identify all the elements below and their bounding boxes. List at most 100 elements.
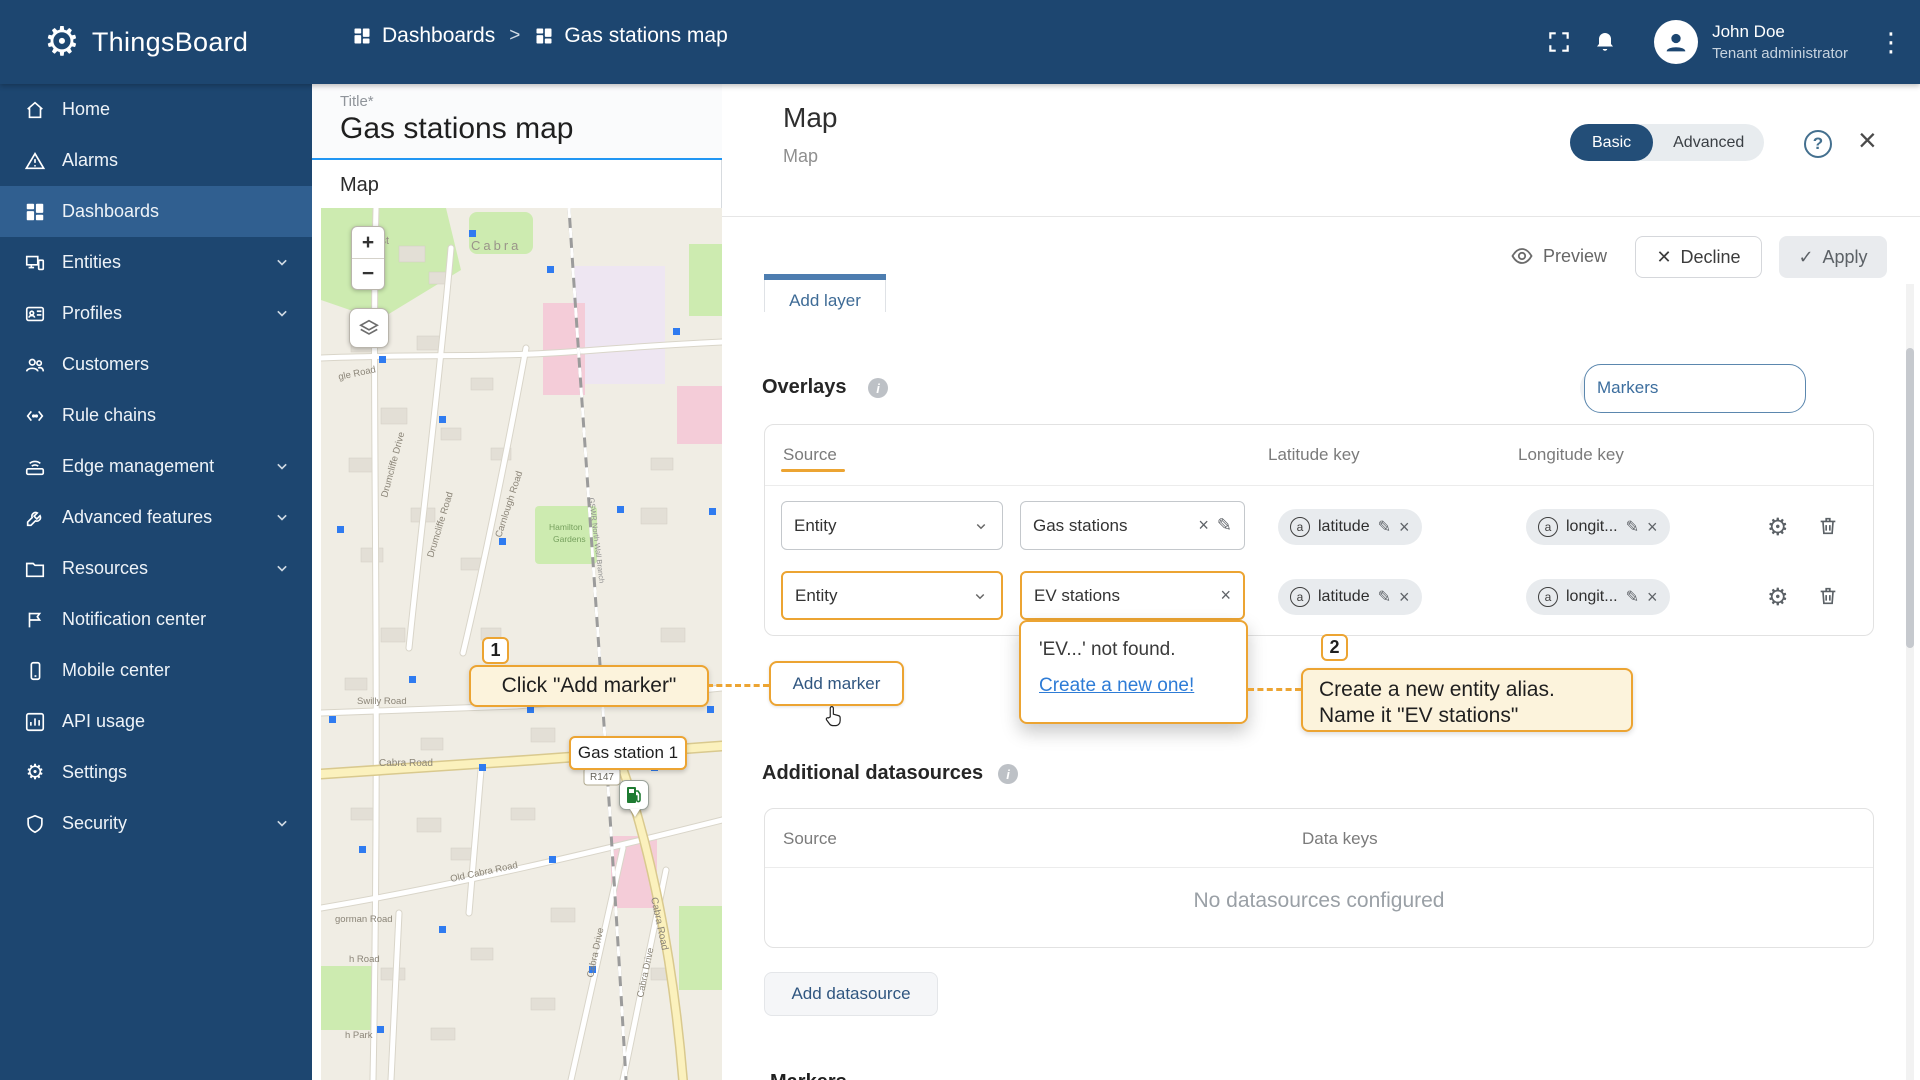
chart-icon [24,711,46,733]
dashboard-title-field[interactable]: Title* Gas stations map [312,84,722,160]
sidebar-item-security[interactable]: Security [0,798,312,849]
top-bar: ⚙ ThingsBoard Dashboards > Gas stations … [0,0,1920,84]
gas-station-marker[interactable] [619,780,649,810]
sidebar-item-settings[interactable]: ⚙ Settings [0,747,312,798]
fullscreen-icon[interactable] [1536,29,1582,55]
sidebar-item-alarms[interactable]: Alarms [0,135,312,186]
avatar[interactable] [1654,20,1698,64]
zoom-out-button[interactable]: − [352,258,384,289]
home-icon [24,99,46,121]
sidebar-item-home[interactable]: Home [0,84,312,135]
map-widget[interactable]: R147 Cabra a West gle Road Drumcliffe Dr… [321,208,722,1080]
sidebar-label: Customers [62,354,149,375]
preview-button[interactable]: Preview [1510,244,1607,268]
title-label: Title* [340,93,722,110]
entity-alias-autocomplete: 'EV...' not found. Create a new one! [1019,620,1248,724]
breadcrumb-label: Gas stations map [564,24,727,48]
brand-name: ThingsBoard [92,27,248,58]
sidebar-item-profiles[interactable]: Profiles [0,288,312,339]
sidebar-item-advanced-features[interactable]: Advanced features [0,492,312,543]
latitude-key-chip[interactable]: a latitude ✎ × [1278,509,1422,545]
longitude-key-chip[interactable]: a longit... ✎ × [1526,509,1670,545]
remove-icon[interactable]: × [1647,587,1658,608]
panel-title: Map [783,102,837,134]
chip-label: latitude [1318,518,1370,536]
entity-alias-input[interactable]: EV stations × [1020,571,1245,620]
add-datasource-button[interactable]: Add datasource [764,972,938,1016]
map-layers-button[interactable] [349,308,389,348]
delete-row-icon[interactable] [1817,515,1839,537]
source-type-select[interactable]: Entity [781,501,1003,550]
datakey-type-icon: a [1290,587,1310,607]
sidebar-label: Rule chains [62,405,156,426]
sidebar-item-edge-management[interactable]: Edge management [0,441,312,492]
info-icon[interactable]: i [868,378,888,398]
datakey-type-icon: a [1538,587,1558,607]
sidebar-item-resources[interactable]: Resources [0,543,312,594]
help-icon[interactable]: ? [1804,130,1832,158]
sidebar-item-rule-chains[interactable]: Rule chains [0,390,312,441]
alarms-icon [24,150,46,172]
longitude-key-chip[interactable]: a longit... ✎ × [1526,579,1670,615]
latitude-key-chip[interactable]: a latitude ✎ × [1278,579,1422,615]
edit-icon[interactable]: ✎ [1626,587,1639,607]
hand-cursor-icon [822,704,844,728]
toggle-advanced[interactable]: Advanced [1653,134,1764,152]
user-info: John Doe Tenant administrator [1712,22,1848,62]
not-found-text: 'EV...' not found. [1039,639,1176,661]
edit-icon[interactable]: ✎ [1626,517,1639,537]
row-settings-gear-icon[interactable]: ⚙ [1767,583,1789,612]
edit-icon[interactable]: ✎ [1378,517,1391,537]
tab-markers[interactable]: Markers [1584,364,1806,413]
clear-icon[interactable]: × [1198,515,1209,536]
remove-icon[interactable]: × [1647,517,1658,538]
notifications-bell-icon[interactable] [1582,30,1628,54]
more-vert-icon[interactable]: ⋮ [1868,27,1914,58]
entity-alias-field[interactable]: Gas stations × ✎ [1020,501,1245,550]
breadcrumb-dashboards[interactable]: Dashboards [352,24,495,48]
dashboard-icon [534,26,554,46]
thingsboard-logo-icon: ⚙ [44,18,80,66]
source-type-value: Entity [794,516,837,536]
sidebar-item-mobile-center[interactable]: Mobile center [0,645,312,696]
delete-row-icon[interactable] [1817,585,1839,607]
scrollbar-thumb[interactable] [1906,348,1914,648]
apply-button[interactable]: ✓ Apply [1779,236,1887,278]
svg-text:h Park: h Park [345,1030,373,1041]
dashboard-title-value[interactable]: Gas stations map [340,112,722,146]
toggle-basic[interactable]: Basic [1570,124,1653,161]
remove-icon[interactable]: × [1399,517,1410,538]
decline-button[interactable]: ✕ Decline [1635,236,1762,278]
sidebar-item-api-usage[interactable]: API usage [0,696,312,747]
add-marker-button[interactable]: Add marker [769,661,904,706]
sidebar-item-dashboards[interactable]: Dashboards [0,186,312,237]
row-settings-gear-icon[interactable]: ⚙ [1767,513,1789,542]
sidebar-item-notification-center[interactable]: Notification center [0,594,312,645]
markers-table: Source Latitude key Longitude key Entity… [764,424,1874,636]
clear-icon[interactable]: × [1220,585,1231,606]
entities-icon [24,252,46,274]
brand: ⚙ ThingsBoard [44,18,248,66]
user-name: John Doe [1712,22,1848,42]
remove-icon[interactable]: × [1399,587,1410,608]
create-new-alias-link[interactable]: Create a new one! [1039,675,1194,697]
sidebar-item-customers[interactable]: Customers [0,339,312,390]
svg-text:gorman Road: gorman Road [335,914,393,925]
eye-icon [1510,244,1534,268]
zoom-in-button[interactable]: + [352,227,384,258]
chevron-down-icon [272,507,292,527]
info-icon[interactable]: i [998,764,1018,784]
folder-icon [24,558,46,580]
edit-icon[interactable]: ✎ [1378,587,1391,607]
sidebar-item-entities[interactable]: Entities [0,237,312,288]
breadcrumb-current[interactable]: Gas stations map [534,24,727,48]
close-icon[interactable]: × [1858,122,1877,159]
source-type-select[interactable]: Entity [781,571,1003,620]
source-type-value: Entity [795,586,838,606]
map-marker-tooltip: Gas station 1 [569,736,687,770]
column-source: Source [783,445,837,465]
column-longitude: Longitude key [1518,445,1624,465]
breadcrumb: Dashboards > Gas stations map [352,24,728,48]
edit-icon[interactable]: ✎ [1217,515,1232,536]
chevron-down-icon [272,558,292,578]
